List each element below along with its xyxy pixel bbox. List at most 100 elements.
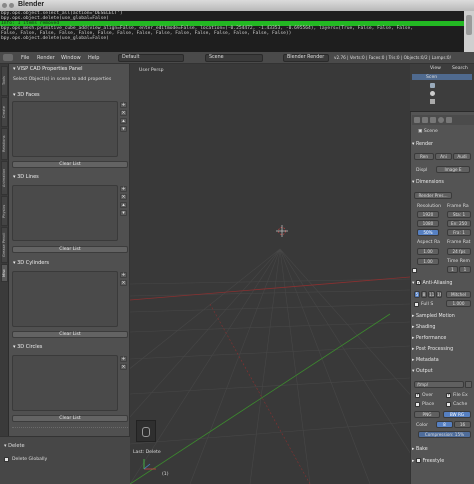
- aa-samples-8[interactable]: 8: [421, 291, 427, 298]
- outliner-scene-item[interactable]: Scen: [426, 75, 437, 80]
- scene-tab-icon[interactable]: [430, 117, 436, 123]
- move-down-icon[interactable]: ▾: [120, 210, 127, 216]
- layout-selector[interactable]: Default: [118, 54, 184, 62]
- console-scrollbar[interactable]: [464, 11, 474, 52]
- section-metadata[interactable]: ▸ Metadata: [412, 357, 474, 365]
- section-dimensions[interactable]: ▾ Dimensions: [412, 179, 474, 187]
- circles-list[interactable]: [12, 355, 118, 411]
- display-selector[interactable]: Image E: [436, 166, 470, 173]
- scrollbar-thumb[interactable]: [466, 15, 472, 35]
- section-post-processing[interactable]: ▸ Post Processing: [412, 346, 474, 354]
- aa-samples-5[interactable]: 5: [414, 291, 420, 298]
- output-path-field[interactable]: /tmp/: [414, 381, 464, 388]
- color-depth-16[interactable]: 16: [454, 421, 471, 428]
- render-button[interactable]: Ren: [414, 153, 434, 160]
- render-presets-selector[interactable]: Render Pres...: [414, 192, 452, 199]
- anti-aliasing-checkbox[interactable]: [415, 279, 421, 287]
- render-engine-selector[interactable]: Blender Render: [283, 54, 329, 62]
- tab-relations[interactable]: Relations: [1, 128, 8, 160]
- faces-list[interactable]: [12, 101, 118, 157]
- panel-3d-lines[interactable]: ▾ 3D Lines: [9, 173, 130, 181]
- menu-help[interactable]: Help: [88, 55, 99, 61]
- resolution-percentage-slider[interactable]: 50%: [417, 229, 439, 236]
- close-icon[interactable]: [2, 3, 7, 8]
- tab-animation[interactable]: Animation: [1, 161, 8, 195]
- add-icon[interactable]: +: [120, 102, 127, 108]
- panel-3d-faces[interactable]: ▾ 3D Faces: [9, 91, 130, 99]
- section-output[interactable]: ▾ Output: [412, 368, 474, 376]
- outliner-view-menu[interactable]: View: [430, 66, 441, 71]
- time-remap-new-field[interactable]: 1: [459, 266, 471, 273]
- tab-tools[interactable]: Tools: [1, 66, 8, 96]
- clear-cylinders-button[interactable]: Clear List: [12, 331, 128, 338]
- panel-3d-cylinders[interactable]: ▾ 3D Cylinders: [9, 259, 130, 267]
- fps-selector[interactable]: 24 fps: [447, 248, 471, 255]
- animation-button[interactable]: Ani: [435, 153, 452, 160]
- aa-filter-selector[interactable]: Mitchel: [446, 291, 471, 298]
- section-anti-aliasing[interactable]: ▾ Anti-Aliasing: [412, 279, 474, 287]
- render-tab-icon[interactable]: [414, 117, 420, 123]
- resolution-y-field[interactable]: 1080: [417, 220, 439, 227]
- outliner-row-selected[interactable]: [412, 74, 472, 80]
- lines-list[interactable]: [12, 185, 118, 241]
- panel-header[interactable]: ▾ VISP CAD Properties Panel: [9, 65, 130, 73]
- aa-filter-size-field[interactable]: 1.000: [446, 300, 471, 307]
- section-sampled-motion[interactable]: ▸ Sampled Motion: [412, 313, 474, 321]
- clear-lines-button[interactable]: Clear List: [12, 246, 128, 253]
- cylinders-list[interactable]: [12, 271, 118, 327]
- aspect-y-field[interactable]: 1.00: [417, 258, 439, 265]
- render-layers-icon[interactable]: [430, 83, 435, 88]
- move-up-icon[interactable]: ▴: [120, 202, 127, 208]
- editor-type-icon[interactable]: [3, 54, 13, 61]
- remove-icon[interactable]: ×: [120, 110, 127, 116]
- 3d-viewport[interactable]: User Persp Last: Delete (1): [130, 64, 410, 484]
- audio-button[interactable]: Audi: [453, 153, 471, 160]
- freestyle-checkbox[interactable]: [415, 458, 421, 463]
- placeholders-checkbox[interactable]: [415, 402, 420, 407]
- resize-handle[interactable]: [12, 427, 128, 428]
- move-down-icon[interactable]: ▾: [120, 126, 127, 132]
- menu-window[interactable]: Window: [61, 55, 81, 61]
- menu-render[interactable]: Render: [37, 55, 55, 61]
- frame-step-field[interactable]: Fra: 1: [447, 229, 471, 236]
- aa-samples-11[interactable]: 11: [428, 291, 435, 298]
- color-mode-selector[interactable]: BW RG: [443, 411, 471, 418]
- tab-create[interactable]: Create: [1, 97, 8, 127]
- world-tab-icon[interactable]: [438, 117, 444, 123]
- add-icon[interactable]: +: [120, 186, 127, 192]
- section-performance[interactable]: ▸ Performance: [412, 335, 474, 343]
- remove-icon[interactable]: ×: [120, 194, 127, 200]
- color-depth-8[interactable]: 8: [436, 421, 453, 428]
- frame-end-field[interactable]: En: 250: [447, 220, 471, 227]
- section-freestyle[interactable]: ▸ Freestyle: [412, 457, 474, 465]
- clear-circles-button[interactable]: Clear List: [12, 415, 128, 422]
- tab-grease-pencil[interactable]: Grease Pencil: [1, 227, 8, 263]
- frame-start-field[interactable]: Sta: 1: [447, 211, 471, 218]
- border-checkbox[interactable]: [412, 268, 417, 273]
- menu-file[interactable]: File: [21, 55, 29, 61]
- add-icon[interactable]: +: [120, 356, 127, 362]
- panel-3d-circles[interactable]: ▾ 3D Circles: [9, 343, 130, 351]
- object-icon[interactable]: [430, 99, 435, 104]
- time-remap-old-field[interactable]: 1: [447, 266, 458, 273]
- add-icon[interactable]: +: [120, 272, 127, 278]
- overwrite-checkbox[interactable]: [415, 392, 420, 398]
- aspect-x-field[interactable]: 1.00: [417, 248, 439, 255]
- scene-selector[interactable]: Scene: [205, 54, 263, 62]
- tab-misc[interactable]: Misc: [1, 264, 8, 282]
- file-format-selector[interactable]: PNG: [414, 411, 440, 418]
- compression-slider[interactable]: Compression: 15%: [418, 431, 471, 438]
- folder-icon[interactable]: [465, 381, 472, 388]
- remove-icon[interactable]: ×: [120, 280, 127, 286]
- cache-result-checkbox[interactable]: [446, 402, 451, 407]
- remove-icon[interactable]: ×: [120, 364, 127, 370]
- outliner-search-menu[interactable]: Search: [452, 66, 468, 71]
- world-icon[interactable]: [430, 91, 435, 96]
- move-up-icon[interactable]: ▴: [120, 118, 127, 124]
- full-sample-checkbox[interactable]: [414, 302, 419, 307]
- layers-tab-icon[interactable]: [422, 117, 428, 123]
- section-render[interactable]: ▾ Render: [412, 141, 474, 149]
- minimize-icon[interactable]: [9, 3, 14, 8]
- section-shading[interactable]: ▸ Shading: [412, 324, 474, 332]
- tab-physics[interactable]: Physics: [1, 196, 8, 226]
